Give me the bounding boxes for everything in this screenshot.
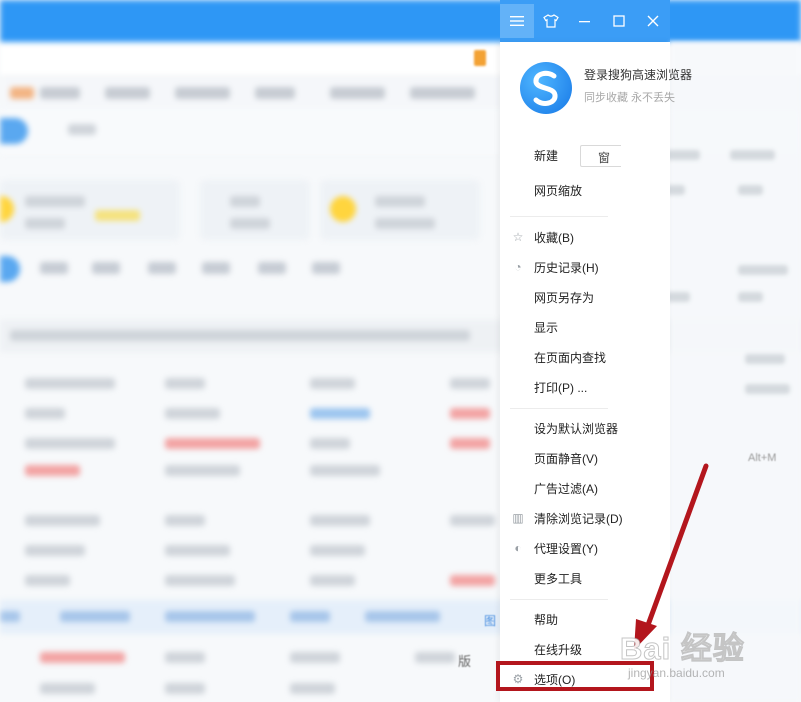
menu-item-history[interactable]: ◔ 历史记录(H) bbox=[500, 253, 670, 281]
menu-label: 代理设置(Y) bbox=[534, 542, 598, 556]
menu-label: 在页面内查找 bbox=[534, 351, 607, 365]
mute-shortcut: Alt+M bbox=[748, 452, 777, 464]
menu-label: 打印(P) ... bbox=[534, 381, 588, 395]
menu-item-ad-filter[interactable]: 广告过滤(A) bbox=[500, 474, 670, 502]
baidu-watermark: Bai 经验 jingyan.baidu.com bbox=[612, 613, 800, 693]
close-icon[interactable] bbox=[636, 4, 670, 38]
login-title: 登录搜狗高速浏览器 bbox=[584, 68, 693, 82]
new-window-button[interactable]: 窗 bbox=[580, 145, 621, 167]
login-section[interactable]: 登录搜狗高速浏览器 同步收藏 永不丢失 bbox=[520, 62, 692, 122]
tshirt-icon[interactable] bbox=[534, 4, 568, 38]
clock-icon: ◔ bbox=[514, 260, 522, 274]
menu-label: 网页另存为 bbox=[534, 291, 595, 305]
menu-item-find[interactable]: 在页面内查找 bbox=[500, 343, 670, 371]
menu-label: 显示 bbox=[534, 321, 559, 335]
trash-icon: ▥ bbox=[512, 511, 524, 525]
menu-label: 设为默认浏览器 bbox=[534, 422, 619, 436]
menu-submenu-area bbox=[660, 42, 801, 702]
bg-extension-icon bbox=[474, 50, 486, 66]
main-menu: 登录搜狗高速浏览器 同步收藏 永不丢失 新建 窗 网页缩放 ☆ 收藏(B) ◔ … bbox=[500, 42, 692, 702]
menu-item-save-as[interactable]: 网页另存为 bbox=[500, 283, 670, 311]
menu-item-default-browser[interactable]: 设为默认浏览器 bbox=[500, 414, 670, 442]
menu-item-display[interactable]: 显示 bbox=[500, 313, 670, 341]
menu-separator bbox=[510, 599, 608, 600]
menu-label: 在线升级 bbox=[534, 643, 583, 657]
menu-label: 新建 bbox=[534, 149, 559, 163]
menu-label: 网页缩放 bbox=[534, 184, 583, 198]
watermark-url: jingyan.baidu.com bbox=[628, 666, 725, 680]
new-window-label: 窗 bbox=[598, 151, 611, 165]
menu-separator bbox=[510, 216, 608, 217]
menu-item-more-tools[interactable]: 更多工具 bbox=[500, 564, 670, 592]
maximize-icon[interactable] bbox=[602, 4, 636, 38]
menu-item-proxy[interactable]: ◐ 代理设置(Y) bbox=[500, 534, 670, 562]
menu-item-clear-history[interactable]: ▥ 清除浏览记录(D) bbox=[500, 504, 670, 532]
minimize-icon[interactable] bbox=[568, 4, 602, 38]
menu-item-print[interactable]: 打印(P) ... bbox=[500, 373, 670, 401]
watermark-text: Bai 经验 bbox=[620, 631, 745, 667]
bg-version-text: 版 bbox=[458, 654, 472, 669]
bg-titlebar bbox=[0, 0, 801, 42]
menu-item-mute[interactable]: 页面静音(V) bbox=[500, 444, 670, 472]
menu-label: 清除浏览记录(D) bbox=[534, 512, 623, 526]
star-icon: ☆ bbox=[512, 230, 524, 244]
menu-label: 收藏(B) bbox=[534, 231, 574, 245]
menu-separator bbox=[510, 408, 608, 409]
hamburger-icon[interactable] bbox=[500, 4, 534, 38]
menu-label: 广告过滤(A) bbox=[534, 482, 598, 496]
menu-label: 更多工具 bbox=[534, 572, 583, 586]
window-controls bbox=[500, 0, 670, 42]
menu-item-favorites[interactable]: ☆ 收藏(B) bbox=[500, 223, 670, 251]
sogou-logo bbox=[520, 62, 572, 114]
login-subtitle: 同步收藏 永不丢失 bbox=[584, 92, 676, 104]
menu-label: 页面静音(V) bbox=[534, 452, 598, 466]
bg-side-text: 图 bbox=[484, 614, 497, 628]
menu-item-zoom[interactable]: 网页缩放 bbox=[500, 176, 670, 204]
menu-label: 帮助 bbox=[534, 613, 559, 627]
proxy-icon: ◐ bbox=[514, 541, 522, 555]
menu-label: 历史记录(H) bbox=[534, 261, 599, 275]
